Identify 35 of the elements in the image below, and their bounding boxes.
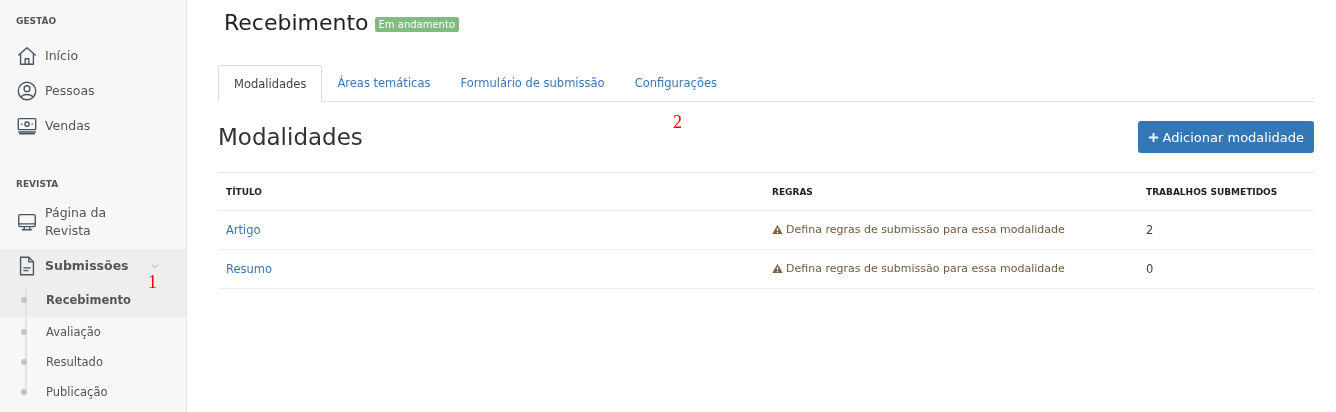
- tab[interactable]: Áreas temáticas: [322, 65, 446, 102]
- page-title: Recebimento: [224, 9, 369, 35]
- column-header: REGRAS: [764, 172, 1138, 211]
- rule-warning: Defina regras de submissão para essa modalidade: [772, 261, 1065, 275]
- column-header: TÍTULO: [218, 172, 764, 211]
- submenu-item[interactable]: Avaliação: [0, 317, 101, 347]
- rule-warning: Defina regras de submissão para essa modalidade: [772, 222, 1065, 236]
- tab[interactable]: Formulário de submissão: [445, 65, 620, 102]
- section-heading: REVISTA: [15, 179, 60, 189]
- submenu-item[interactable]: Recebimento: [0, 283, 131, 317]
- tab[interactable]: Modalidades: [218, 65, 323, 102]
- title-link[interactable]: Resumo: [226, 262, 273, 276]
- title-link[interactable]: Artigo: [226, 223, 261, 237]
- count-text: 0: [1146, 262, 1154, 276]
- plus-icon: [1147, 131, 1159, 143]
- count-text: 2: [1146, 223, 1154, 237]
- chevron-icon[interactable]: [150, 261, 160, 271]
- section-title: Modalidades: [218, 124, 363, 150]
- section-heading: GESTÃO: [15, 16, 58, 26]
- add-button[interactable]: Adicionar modalidade: [1137, 121, 1314, 153]
- sidebar-item[interactable]: Página da Revista: [0, 199, 186, 245]
- submenu-item[interactable]: Publicação: [0, 377, 108, 407]
- sidebar-item[interactable]: Pessoas: [0, 73, 186, 108]
- submenu-item[interactable]: Resultado: [0, 347, 103, 377]
- warning-icon: [772, 223, 783, 235]
- monitor-icon: [16, 211, 38, 233]
- sidebar-item[interactable]: Vendas: [0, 108, 186, 143]
- column-header: TRABALHOS SUBMETIDOS: [1138, 172, 1314, 211]
- warning-icon: [772, 262, 783, 274]
- sidebar-item[interactable]: Início: [0, 38, 186, 73]
- user-icon: [16, 79, 38, 102]
- home-icon: [16, 44, 38, 67]
- tab[interactable]: Configurações: [619, 65, 733, 102]
- status-badge: Em andamento: [374, 16, 459, 32]
- annotation-number: 2: [673, 112, 682, 133]
